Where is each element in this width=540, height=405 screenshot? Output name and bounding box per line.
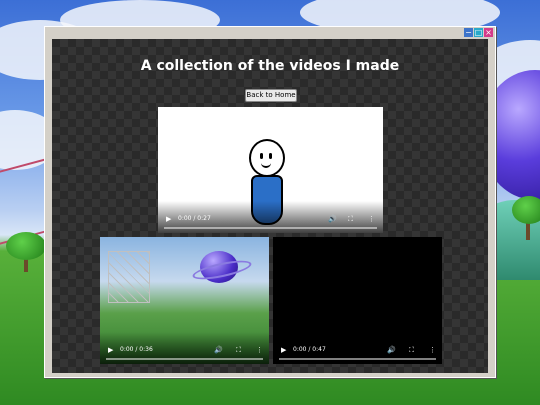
more-options-icon[interactable]: ⋮ bbox=[368, 215, 375, 223]
video-player-2[interactable]: ▶ 0:00 / 0:36 🔊 ⛶ ⋮ bbox=[100, 237, 269, 364]
play-icon[interactable]: ▶ bbox=[108, 346, 113, 354]
fullscreen-icon[interactable]: ⛶ bbox=[348, 215, 353, 223]
lattice-structure bbox=[108, 251, 150, 303]
stick-figure-head bbox=[249, 139, 285, 177]
video-player-1[interactable]: ▶ 0:00 / 0:27 🔊 ⛶ ⋮ bbox=[158, 107, 383, 233]
video-controls: ▶ 0:00 / 0:27 🔊 ⛶ ⋮ bbox=[158, 201, 383, 233]
fullscreen-icon[interactable]: ⛶ bbox=[236, 346, 241, 354]
volume-icon[interactable]: 🔊 bbox=[387, 346, 396, 354]
volume-icon[interactable]: 🔊 bbox=[214, 346, 223, 354]
browser-window: − □ × A collection of the videos I made … bbox=[44, 26, 496, 378]
progress-bar[interactable] bbox=[279, 358, 436, 360]
play-icon[interactable]: ▶ bbox=[166, 215, 171, 223]
video-time: 0:00 / 0:27 bbox=[178, 215, 211, 222]
minimize-button[interactable]: − bbox=[464, 28, 473, 37]
page-content: A collection of the videos I made Back t… bbox=[52, 39, 488, 373]
progress-bar[interactable] bbox=[164, 227, 377, 229]
progress-bar[interactable] bbox=[106, 358, 263, 360]
volume-icon[interactable]: 🔊 bbox=[328, 215, 337, 223]
more-options-icon[interactable]: ⋮ bbox=[256, 346, 263, 354]
video-time: 0:00 / 0:36 bbox=[120, 346, 153, 353]
maximize-button[interactable]: □ bbox=[474, 28, 483, 37]
back-to-home-button[interactable]: Back to Home bbox=[245, 89, 297, 102]
page-title: A collection of the videos I made bbox=[140, 58, 400, 74]
window-controls: − □ × bbox=[464, 28, 493, 37]
video-time: 0:00 / 0:47 bbox=[293, 346, 326, 353]
fullscreen-icon[interactable]: ⛶ bbox=[409, 346, 414, 354]
video-controls: ▶ 0:00 / 0:36 🔊 ⛶ ⋮ bbox=[100, 332, 269, 364]
close-button[interactable]: × bbox=[484, 28, 493, 37]
play-icon[interactable]: ▶ bbox=[281, 346, 286, 354]
video-player-3[interactable]: ▶ 0:00 / 0:47 🔊 ⛶ ⋮ bbox=[273, 237, 442, 364]
more-options-icon[interactable]: ⋮ bbox=[429, 346, 436, 354]
video-controls: ▶ 0:00 / 0:47 🔊 ⛶ ⋮ bbox=[273, 332, 442, 364]
